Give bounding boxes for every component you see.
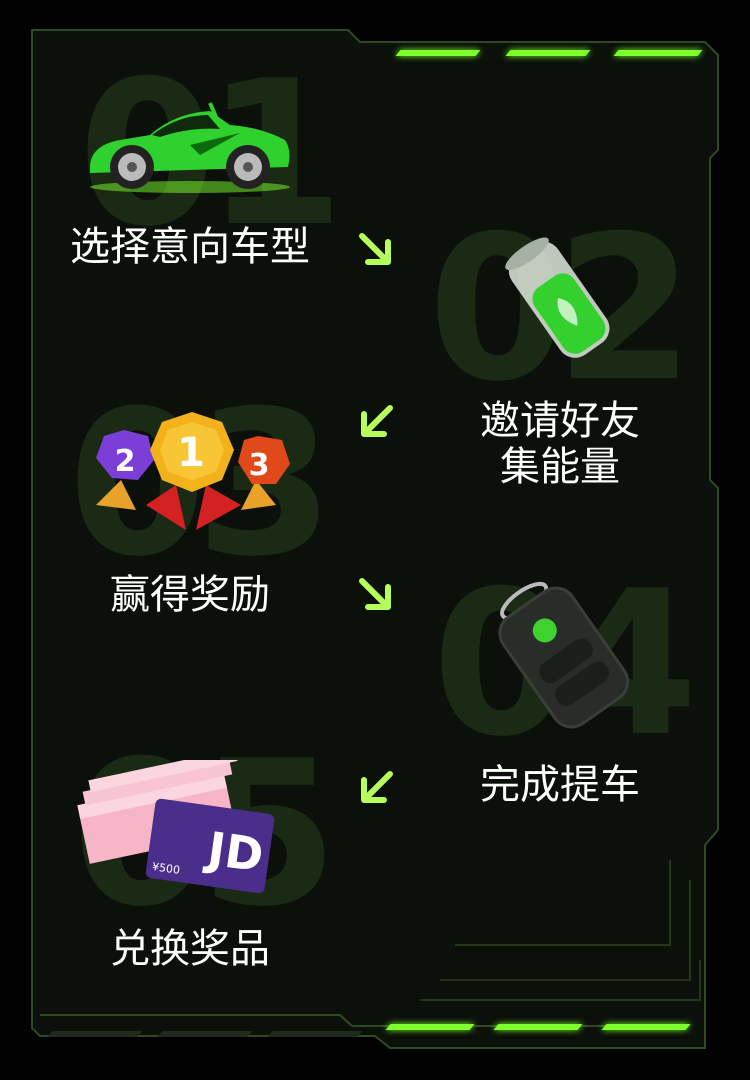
deco-stripe [493, 1024, 583, 1030]
step-label: 选择意向车型 [70, 224, 310, 270]
arrow-down-right-icon [359, 233, 391, 265]
step-label: 赢得奖励 [110, 572, 270, 618]
arrow-down-left-icon [361, 771, 393, 803]
medal-number: 2 [114, 444, 136, 479]
medal-number: 1 [177, 430, 205, 476]
battery-icon [505, 237, 610, 358]
arrow-down-left-icon [361, 405, 393, 437]
deco-stripe [47, 1031, 143, 1037]
car-key-icon [498, 581, 630, 729]
deco-stripe [613, 50, 703, 56]
card-brand: JD [204, 821, 267, 883]
medal-number: 3 [248, 448, 270, 483]
deco-stripe [267, 1031, 363, 1037]
deco-stripe [385, 1024, 475, 1030]
arrow-down-right-icon [359, 578, 391, 610]
step-label: 完成提车 [480, 762, 640, 808]
step-label-line2: 集能量 [500, 444, 620, 490]
deco-stripe [157, 1031, 253, 1037]
step-label: 兑换奖品 [110, 926, 270, 972]
sports-car-icon [90, 102, 290, 193]
deco-stripe [395, 50, 481, 56]
deco-stripe [505, 50, 591, 56]
deco-stripe [601, 1024, 691, 1030]
